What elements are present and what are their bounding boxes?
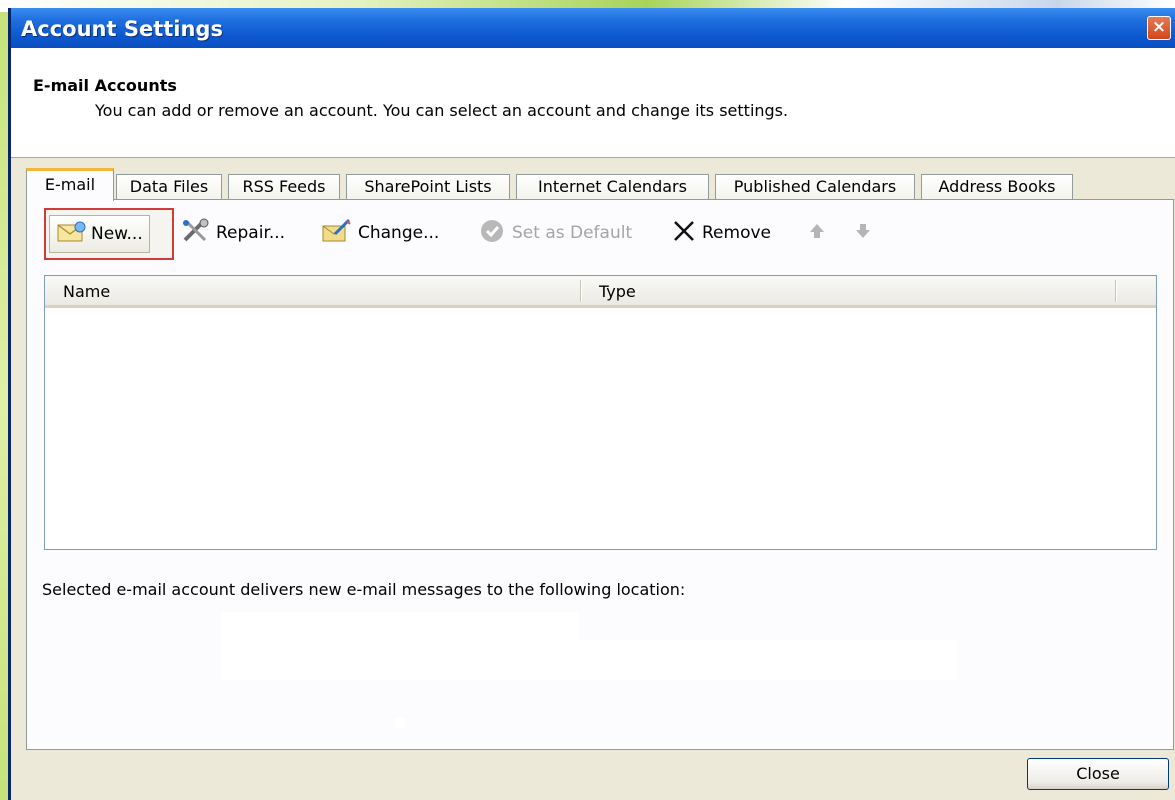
remove-button-label: Remove — [702, 223, 771, 243]
column-header-name[interactable]: Name — [63, 282, 110, 301]
tab-internet-calendars[interactable]: Internet Calendars — [516, 174, 709, 200]
title-bar[interactable]: Account Settings × — [11, 8, 1175, 48]
move-up-button[interactable] — [807, 214, 832, 252]
repair-button-label: Repair... — [216, 223, 286, 243]
section-title: E-mail Accounts — [33, 76, 177, 95]
arrow-down-icon — [853, 221, 873, 246]
account-settings-dialog: Account Settings × E-mail Accounts You c… — [8, 8, 1175, 800]
tab-address-books[interactable]: Address Books — [921, 174, 1073, 200]
envelope-icon — [56, 220, 86, 249]
tab-sharepoint-lists[interactable]: SharePoint Lists — [346, 174, 510, 200]
list-header: Name Type — [45, 276, 1156, 308]
change-button[interactable]: Change... — [321, 214, 439, 252]
tab-rss-feeds[interactable]: RSS Feeds — [228, 174, 340, 200]
delivery-location-label: Selected e-mail account delivers new e-m… — [42, 580, 686, 599]
tab-email[interactable]: E-mail — [26, 168, 114, 201]
arrow-up-icon — [807, 221, 827, 246]
close-window-icon[interactable]: × — [1147, 16, 1171, 40]
account-list[interactable]: Name Type — [44, 275, 1157, 550]
header-panel: E-mail Accounts You can add or remove an… — [11, 48, 1175, 158]
close-button[interactable]: Close — [1027, 758, 1169, 790]
column-header-type[interactable]: Type — [599, 282, 636, 301]
redacted-area — [395, 718, 405, 728]
section-description: You can add or remove an account. You ca… — [95, 101, 789, 120]
tools-icon — [181, 218, 211, 249]
change-button-label: Change... — [358, 223, 440, 243]
new-account-button[interactable]: New... — [44, 208, 174, 260]
email-tab-panel: New... Repair... Change... Set as Defaul… — [26, 199, 1174, 750]
remove-button[interactable]: Remove — [671, 214, 771, 252]
tab-published-calendars[interactable]: Published Calendars — [715, 174, 915, 200]
column-divider[interactable] — [580, 280, 582, 302]
x-icon — [671, 218, 697, 249]
move-down-button[interactable] — [853, 214, 878, 252]
window-title: Account Settings — [21, 17, 223, 41]
set-as-default-button[interactable]: Set as Default — [479, 214, 632, 252]
edit-icon — [321, 218, 353, 249]
redacted-area — [222, 612, 579, 642]
check-circle-icon — [479, 218, 507, 249]
new-button-label: New... — [91, 224, 143, 244]
repair-button[interactable]: Repair... — [181, 214, 285, 252]
redacted-area — [222, 640, 957, 680]
set-as-default-label: Set as Default — [512, 223, 633, 243]
tab-data-files[interactable]: Data Files — [116, 174, 222, 200]
column-divider[interactable] — [1115, 280, 1117, 302]
